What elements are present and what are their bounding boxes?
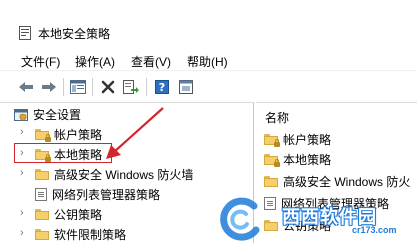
- list-item[interactable]: 高级安全 Windows 防火: [264, 171, 410, 191]
- lock-folder-icon: [264, 133, 280, 147]
- tree-item-local-policies[interactable]: 本地策略: [35, 144, 102, 164]
- title-bar: 本地安全策略: [0, 0, 417, 44]
- tree-item-firewall[interactable]: 高级安全 Windows 防火墙: [35, 164, 193, 184]
- chevron-right-icon[interactable]: ›: [20, 167, 24, 179]
- menu-file[interactable]: 文件(F): [21, 53, 60, 70]
- tree-item-label: 公钥策略: [54, 207, 103, 222]
- chevron-right-icon[interactable]: ›: [20, 147, 24, 159]
- chevron-right-icon[interactable]: ›: [20, 227, 24, 239]
- document-icon: [35, 187, 47, 201]
- folder-icon: [35, 168, 49, 180]
- tree-item-public-key[interactable]: 公钥策略: [35, 204, 102, 224]
- column-header-name[interactable]: 名称: [265, 109, 289, 126]
- tree-item-label: 网络列表管理器策略: [52, 187, 161, 202]
- delete-icon[interactable]: [98, 77, 118, 97]
- toolbar-separator: [92, 78, 93, 96]
- chevron-right-icon[interactable]: ›: [20, 126, 24, 138]
- security-settings-icon: [14, 108, 28, 121]
- show-hide-tree-icon[interactable]: [68, 77, 88, 97]
- back-arrow-icon[interactable]: [16, 77, 36, 97]
- tree-item-label: 软件限制策略: [54, 227, 127, 242]
- tree-item-network-list[interactable]: 网络列表管理器策略: [35, 184, 160, 204]
- export-list-icon[interactable]: [121, 77, 141, 97]
- lock-folder-icon: [35, 128, 51, 142]
- tree-root-label: 安全设置: [33, 107, 82, 122]
- watermark-subtext: cr173.com: [352, 225, 397, 235]
- menu-help[interactable]: 帮助(H): [187, 53, 228, 70]
- folder-icon: [264, 175, 278, 187]
- toolbar: ?: [0, 70, 417, 103]
- menu-bar: 文件(F) 操作(A) 查看(V) 帮助(H): [0, 44, 417, 70]
- list-item[interactable]: 帐户策略: [264, 129, 331, 149]
- folder-icon: [35, 228, 49, 240]
- menu-action[interactable]: 操作(A): [75, 53, 115, 70]
- folder-icon: [264, 219, 278, 231]
- watermark-logo-icon: [220, 197, 260, 241]
- help-icon[interactable]: ?: [152, 77, 172, 97]
- forward-arrow-icon[interactable]: [39, 77, 59, 97]
- svg-text:?: ?: [159, 81, 165, 94]
- lock-folder-icon: [264, 153, 280, 167]
- menu-view[interactable]: 查看(V): [131, 53, 171, 70]
- tree-item-label: 高级安全 Windows 防火墙: [54, 167, 194, 182]
- list-item-label: 本地策略: [283, 152, 332, 167]
- toolbar-separator: [63, 78, 64, 96]
- tree-root-security-settings[interactable]: 安全设置: [14, 104, 81, 124]
- local-security-policy-app-icon: [19, 26, 31, 40]
- tree-item-label: 本地策略: [54, 147, 103, 162]
- folder-icon: [35, 208, 49, 220]
- list-item-label: 高级安全 Windows 防火: [283, 174, 411, 189]
- list-item-label: 帐户策略: [283, 132, 332, 147]
- tree-item-label: 帐户策略: [54, 127, 103, 142]
- tree-item-software-restriction[interactable]: 软件限制策略: [35, 224, 126, 243]
- tree-item-account-policies[interactable]: 帐户策略: [35, 124, 102, 144]
- annotation-arrow-icon: [106, 107, 164, 159]
- lock-folder-icon: [35, 148, 51, 162]
- chevron-right-icon[interactable]: ›: [20, 207, 24, 219]
- properties-icon[interactable]: [176, 77, 196, 97]
- window-title: 本地安全策略: [38, 27, 111, 41]
- toolbar-separator: [146, 78, 147, 96]
- list-item[interactable]: 本地策略: [264, 149, 331, 169]
